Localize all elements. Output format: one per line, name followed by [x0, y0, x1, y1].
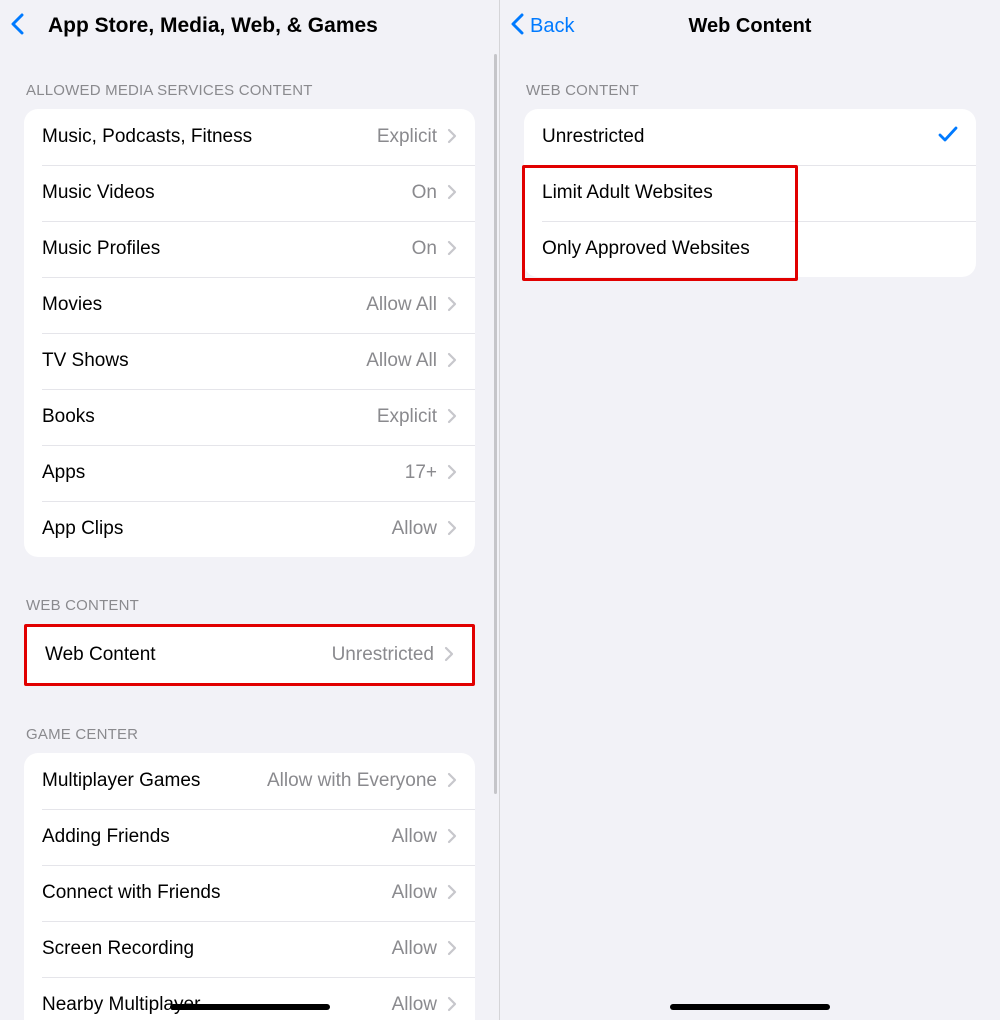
row-label: Connect with Friends — [42, 882, 392, 904]
row-value: On — [412, 182, 437, 204]
checkmark-icon — [938, 124, 958, 150]
row-value: Allow with Everyone — [267, 770, 437, 792]
row-label: Music, Podcasts, Fitness — [42, 126, 377, 148]
chevron-right-icon — [447, 938, 457, 960]
chevron-right-icon — [447, 462, 457, 484]
row-value: Explicit — [377, 406, 437, 428]
chevron-right-icon — [447, 182, 457, 204]
row-label: Music Profiles — [42, 238, 412, 260]
option-label: Unrestricted — [542, 126, 938, 148]
back-button[interactable]: Back — [530, 15, 574, 38]
left-pane: App Store, Media, Web, & Games ALLOWED M… — [0, 0, 500, 1020]
section-header-web-content: WEB CONTENT — [26, 597, 475, 614]
row-label: Screen Recording — [42, 938, 392, 960]
row-label: Adding Friends — [42, 826, 392, 848]
row-value: Allow All — [366, 350, 437, 372]
back-chevron-icon[interactable] — [510, 10, 524, 42]
row-label: Apps — [42, 462, 405, 484]
row-value: Allow — [392, 518, 437, 540]
row-nearby-multiplayer[interactable]: Nearby Multiplayer Allow — [24, 977, 475, 1020]
chevron-right-icon — [447, 518, 457, 540]
group-web-content: Web Content Unrestricted — [24, 624, 475, 686]
chevron-right-icon — [447, 882, 457, 904]
section-header-allowed-media: ALLOWED MEDIA SERVICES CONTENT — [26, 82, 475, 99]
row-apps[interactable]: Apps 17+ — [24, 445, 475, 501]
row-multiplayer-games[interactable]: Multiplayer Games Allow with Everyone — [24, 753, 475, 809]
scroll-indicator — [494, 54, 497, 794]
row-value: Allow — [392, 938, 437, 960]
nav-bar-left: App Store, Media, Web, & Games — [0, 0, 499, 52]
chevron-right-icon — [447, 126, 457, 148]
row-screen-recording[interactable]: Screen Recording Allow — [24, 921, 475, 977]
option-limit-adult-websites[interactable]: Limit Adult Websites — [524, 165, 976, 221]
home-indicator — [670, 1004, 830, 1010]
nav-bar-right: Back Web Content — [500, 0, 1000, 52]
row-value: On — [412, 238, 437, 260]
row-label: Music Videos — [42, 182, 412, 204]
row-value: 17+ — [405, 462, 437, 484]
page-title-right: Web Content — [500, 15, 1000, 38]
group-web-content-options: Unrestricted Limit Adult Websites Only A… — [524, 109, 976, 277]
row-tv-shows[interactable]: TV Shows Allow All — [24, 333, 475, 389]
chevron-right-icon — [447, 406, 457, 428]
chevron-right-icon — [447, 826, 457, 848]
row-label: Multiplayer Games — [42, 770, 267, 792]
row-movies[interactable]: Movies Allow All — [24, 277, 475, 333]
group-game-center: Multiplayer Games Allow with Everyone Ad… — [24, 753, 475, 1020]
row-label: Movies — [42, 294, 366, 316]
row-label: App Clips — [42, 518, 392, 540]
row-adding-friends[interactable]: Adding Friends Allow — [24, 809, 475, 865]
row-value: Allow — [392, 882, 437, 904]
row-value: Unrestricted — [332, 644, 434, 666]
chevron-right-icon — [447, 350, 457, 372]
back-chevron-icon[interactable] — [10, 10, 24, 42]
row-value: Allow — [392, 826, 437, 848]
row-value: Allow All — [366, 294, 437, 316]
chevron-right-icon — [447, 238, 457, 260]
option-only-approved-websites[interactable]: Only Approved Websites — [524, 221, 976, 277]
row-label: Books — [42, 406, 377, 428]
row-value: Explicit — [377, 126, 437, 148]
chevron-right-icon — [447, 770, 457, 792]
option-label: Limit Adult Websites — [542, 182, 958, 204]
row-connect-with-friends[interactable]: Connect with Friends Allow — [24, 865, 475, 921]
row-label: TV Shows — [42, 350, 366, 372]
row-books[interactable]: Books Explicit — [24, 389, 475, 445]
row-app-clips[interactable]: App Clips Allow — [24, 501, 475, 557]
row-music-podcasts-fitness[interactable]: Music, Podcasts, Fitness Explicit — [24, 109, 475, 165]
row-music-videos[interactable]: Music Videos On — [24, 165, 475, 221]
page-title-left: App Store, Media, Web, & Games — [48, 14, 499, 38]
row-label: Web Content — [45, 644, 332, 666]
right-pane: Back Web Content WEB CONTENT Unrestricte… — [500, 0, 1000, 1020]
option-unrestricted[interactable]: Unrestricted — [524, 109, 976, 165]
row-music-profiles[interactable]: Music Profiles On — [24, 221, 475, 277]
section-header-web-content-right: WEB CONTENT — [526, 82, 976, 99]
content-left: ALLOWED MEDIA SERVICES CONTENT Music, Po… — [0, 82, 499, 1020]
group-allowed-media: Music, Podcasts, Fitness Explicit Music … — [24, 109, 475, 557]
chevron-right-icon — [447, 994, 457, 1016]
row-value: Allow — [392, 994, 437, 1016]
chevron-right-icon — [444, 644, 454, 666]
chevron-right-icon — [447, 294, 457, 316]
row-web-content[interactable]: Web Content Unrestricted — [27, 627, 472, 683]
home-indicator — [170, 1004, 330, 1010]
option-label: Only Approved Websites — [542, 238, 958, 260]
section-header-game-center: GAME CENTER — [26, 726, 475, 743]
content-right: WEB CONTENT Unrestricted Limit Adult Web… — [500, 82, 1000, 317]
